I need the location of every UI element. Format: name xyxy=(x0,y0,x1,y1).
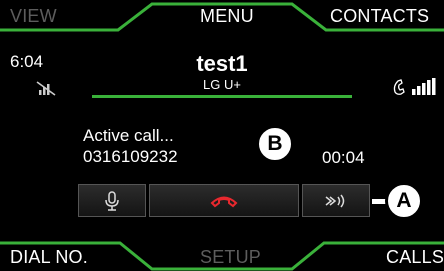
call-controls xyxy=(78,184,372,217)
tab-calls[interactable]: CALLS xyxy=(386,237,444,271)
phone-number: 0316109232 xyxy=(83,147,178,166)
microphone-icon xyxy=(105,190,119,211)
tab-view[interactable]: VIEW xyxy=(10,0,57,36)
hang-up-icon xyxy=(210,196,238,207)
contact-name: test1 xyxy=(196,51,248,76)
carrier-name: LG U+ xyxy=(203,77,241,92)
callout-a: A xyxy=(385,182,423,220)
call-duration: 00:04 xyxy=(322,148,365,167)
mute-microphone-button[interactable] xyxy=(78,184,146,217)
voice-control-button[interactable] xyxy=(302,184,370,217)
call-status: Active call... xyxy=(83,126,174,145)
tab-contacts[interactable]: CONTACTS xyxy=(330,0,429,36)
top-tab-bar: VIEW MENU CONTACTS xyxy=(0,0,444,40)
tab-menu[interactable]: MENU xyxy=(200,0,254,36)
tab-dial-number[interactable]: DIAL NO. xyxy=(10,237,88,271)
phone-signal-icon xyxy=(393,78,436,95)
hang-up-button[interactable] xyxy=(149,184,299,217)
tab-setup[interactable]: SETUP xyxy=(200,237,261,271)
phone-call-screen: VIEW MENU CONTACTS 6:04 test1 LG U+ Acti… xyxy=(0,0,444,271)
caller-underline xyxy=(92,95,352,98)
voice-control-icon xyxy=(325,194,345,207)
call-status-block: Active call... 0316109232 xyxy=(83,125,178,167)
callout-b: B xyxy=(256,125,294,163)
bottom-tab-bar: DIAL NO. SETUP CALLS xyxy=(0,231,444,271)
